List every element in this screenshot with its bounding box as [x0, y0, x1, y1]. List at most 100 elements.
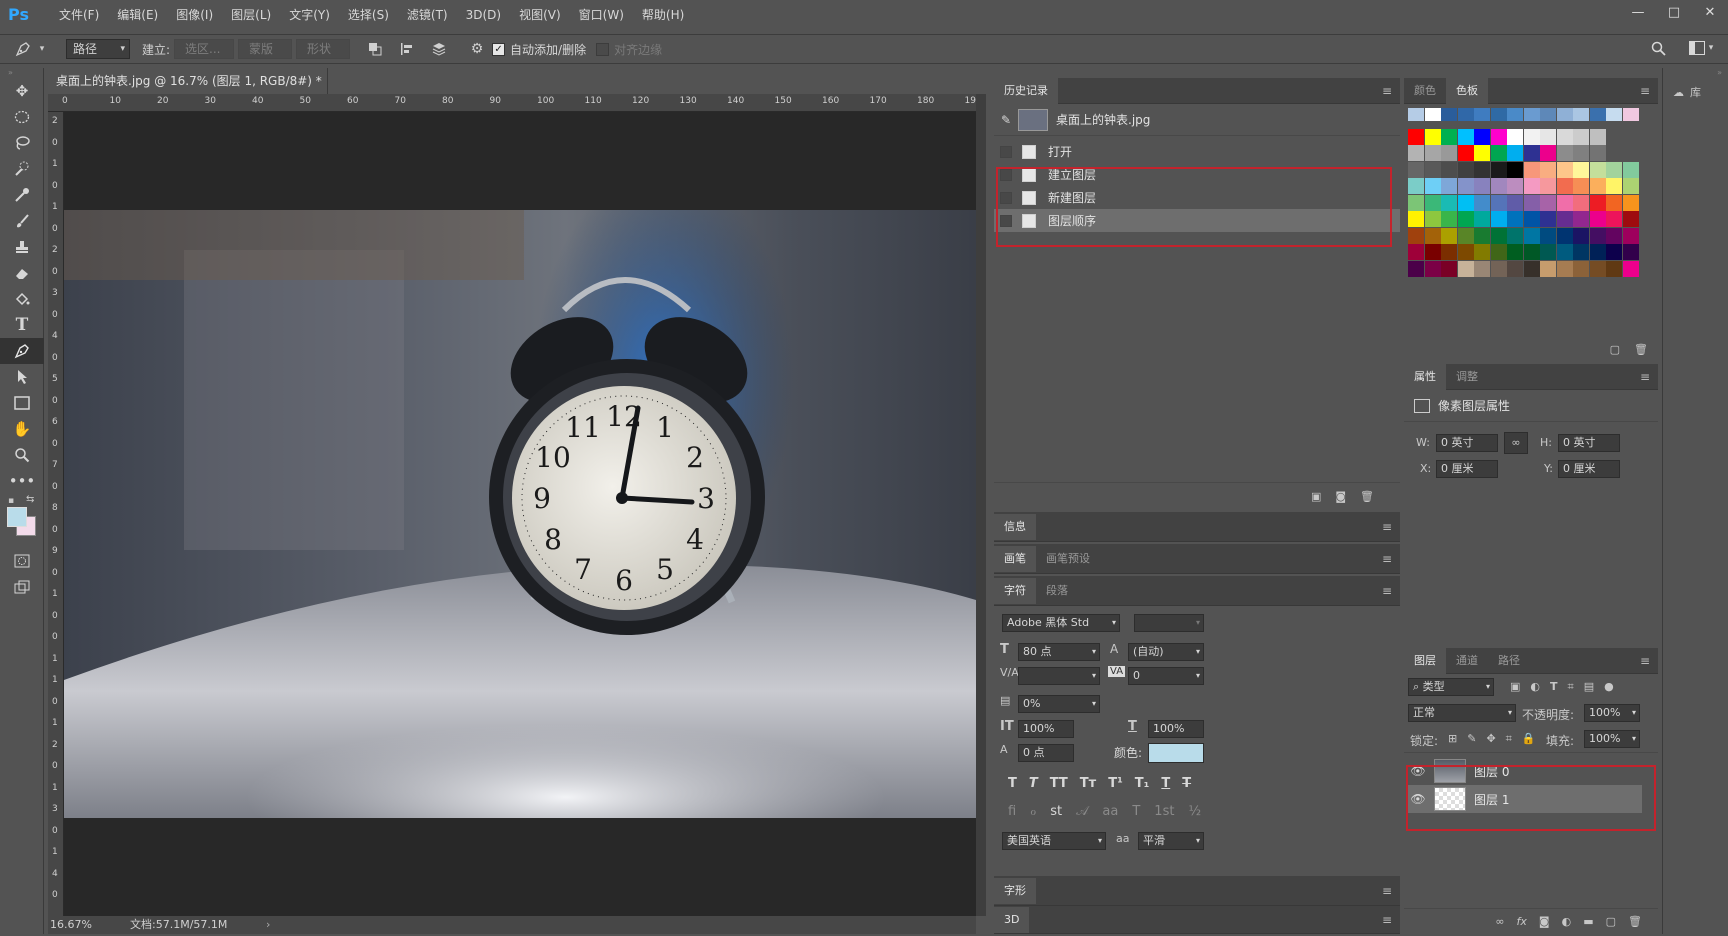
color-swatch[interactable]	[1457, 178, 1474, 194]
filter-pixel-icon[interactable]: ▣	[1510, 680, 1520, 694]
color-swatch[interactable]	[1589, 108, 1606, 121]
menu-item-5[interactable]: 选择(S)	[339, 0, 398, 30]
color-swatch[interactable]	[1441, 178, 1457, 194]
filter-adjustment-icon[interactable]: ◐	[1530, 680, 1540, 694]
height-input[interactable]: 0 英寸	[1558, 434, 1620, 452]
color-swatch[interactable]	[1441, 211, 1457, 227]
font-style-select[interactable]: ▾	[1134, 614, 1204, 632]
tab-3d[interactable]: 3D	[994, 906, 1030, 933]
color-swatch[interactable]	[1622, 161, 1639, 178]
color-swatch[interactable]	[1424, 194, 1441, 211]
zoom-tool-icon[interactable]	[0, 442, 44, 468]
lock-artboard-icon[interactable]: ⌗	[1506, 732, 1512, 746]
color-swatch[interactable]	[1589, 128, 1606, 145]
new-swatch-icon[interactable]: ▢	[1610, 343, 1620, 356]
filter-shape-icon[interactable]: ⌗	[1568, 680, 1574, 694]
color-swatch[interactable]	[1540, 244, 1556, 260]
new-layer-icon[interactable]: ▢	[1606, 915, 1616, 928]
superscript-icon[interactable]: T¹	[1108, 776, 1123, 791]
color-swatch[interactable]	[1408, 244, 1424, 260]
color-swatch[interactable]	[1507, 178, 1523, 194]
color-swatch[interactable]	[1457, 145, 1474, 161]
all-caps-icon[interactable]: TT	[1050, 776, 1068, 791]
opacity-input[interactable]: 100% ▾	[1584, 704, 1640, 722]
color-swatch[interactable]	[1622, 244, 1639, 260]
quick-mask-icon[interactable]	[0, 548, 44, 574]
menu-item-0[interactable]: 文件(F)	[50, 0, 108, 30]
y-input[interactable]: 0 厘米	[1558, 460, 1620, 478]
trash-icon[interactable]: 🗑	[1628, 915, 1642, 928]
pen-tool-preset-icon[interactable]	[10, 41, 36, 57]
make-shape-button[interactable]: 形状	[296, 39, 351, 59]
panel-menu-icon[interactable]: ≡	[1382, 552, 1392, 566]
color-swatch[interactable]	[1457, 128, 1474, 145]
rectangle-tool-icon[interactable]	[0, 390, 44, 416]
panel-menu-icon[interactable]: ≡	[1640, 370, 1650, 384]
color-swatch[interactable]	[1457, 260, 1474, 277]
color-swatch[interactable]	[1490, 178, 1507, 194]
camera-icon[interactable]: ◙	[1335, 490, 1346, 503]
color-swatch[interactable]	[1622, 178, 1639, 194]
adjustment-layer-icon[interactable]: ◐	[1562, 915, 1572, 928]
color-swatch[interactable]	[1474, 211, 1490, 227]
tab-char-1[interactable]: 段落	[1036, 578, 1078, 604]
trash-icon[interactable]: 🗑	[1360, 490, 1374, 503]
panel-menu-icon[interactable]: ≡	[1640, 654, 1650, 668]
color-swatch[interactable]	[1408, 260, 1424, 277]
color-swatch[interactable]	[1441, 194, 1457, 211]
color-swatch[interactable]	[1457, 161, 1474, 178]
text-color-swatch[interactable]	[1148, 743, 1204, 763]
x-input[interactable]: 0 厘米	[1436, 460, 1498, 478]
color-swatch[interactable]	[1457, 244, 1474, 260]
color-swatch[interactable]	[1556, 128, 1573, 145]
color-swatch[interactable]	[1523, 108, 1540, 121]
color-swatch[interactable]	[1573, 128, 1589, 145]
trash-icon[interactable]: 🗑	[1634, 343, 1648, 356]
color-swatch[interactable]	[1507, 145, 1523, 161]
color-swatch[interactable]	[1424, 128, 1441, 145]
brush-tool-icon[interactable]	[0, 208, 44, 234]
color-swatch[interactable]	[1424, 161, 1441, 178]
history-item[interactable]: 打开	[994, 140, 1400, 163]
color-swatch[interactable]	[1540, 145, 1556, 161]
menu-item-3[interactable]: 图层(L)	[222, 0, 280, 30]
tab-brush-1[interactable]: 画笔预设	[1036, 546, 1100, 572]
menu-item-9[interactable]: 窗口(W)	[570, 0, 633, 30]
link-layers-icon[interactable]: ∞	[1495, 915, 1504, 928]
color-swatch[interactable]	[1523, 128, 1540, 145]
libraries-button[interactable]: ☁ 库	[1663, 78, 1728, 100]
color-swatch[interactable]	[1507, 244, 1523, 260]
tab-layer-0[interactable]: 图层	[1404, 647, 1446, 674]
color-swatch[interactable]	[1457, 227, 1474, 244]
color-swatch[interactable]	[1540, 227, 1556, 244]
color-swatch[interactable]	[1457, 211, 1474, 227]
menu-item-1[interactable]: 编辑(E)	[108, 0, 167, 30]
stamp-tool-icon[interactable]	[0, 234, 44, 260]
lasso-tool-icon[interactable]	[0, 130, 44, 156]
path-selection-tool-icon[interactable]	[0, 364, 44, 390]
marquee-tool-icon[interactable]	[0, 104, 44, 130]
color-swatch[interactable]	[1424, 178, 1441, 194]
swap-colors-icon[interactable]: ⇆	[26, 494, 34, 505]
color-swatch[interactable]	[1441, 108, 1457, 121]
color-swatch[interactable]	[1507, 260, 1523, 277]
color-swatch[interactable]	[1540, 194, 1556, 211]
more-tools-icon[interactable]: •••	[0, 468, 44, 494]
titling-icon[interactable]: aa	[1102, 804, 1118, 819]
search-icon[interactable]	[1648, 41, 1668, 56]
color-swatch[interactable]	[1408, 227, 1424, 244]
color-swatch[interactable]	[1490, 227, 1507, 244]
color-swatch[interactable]	[1606, 161, 1622, 178]
path-operations-icon[interactable]	[362, 42, 388, 56]
color-swatch[interactable]	[1622, 227, 1639, 244]
tsume-input[interactable]: 0% ▾	[1018, 695, 1100, 713]
color-swatch[interactable]	[1507, 211, 1523, 227]
menu-item-8[interactable]: 视图(V)	[510, 0, 570, 30]
baseline-shift-input[interactable]: 0 点	[1018, 744, 1074, 762]
tab-prop-1[interactable]: 调整	[1446, 364, 1488, 390]
color-swatch[interactable]	[1507, 108, 1523, 121]
leading-input[interactable]: (自动) ▾	[1128, 643, 1204, 661]
color-swatch[interactable]	[1523, 211, 1540, 227]
menu-item-7[interactable]: 3D(D)	[457, 0, 510, 30]
canvas-image[interactable]: 12 1 2 3 4 5 6 7 8 9 10 11	[64, 210, 976, 818]
